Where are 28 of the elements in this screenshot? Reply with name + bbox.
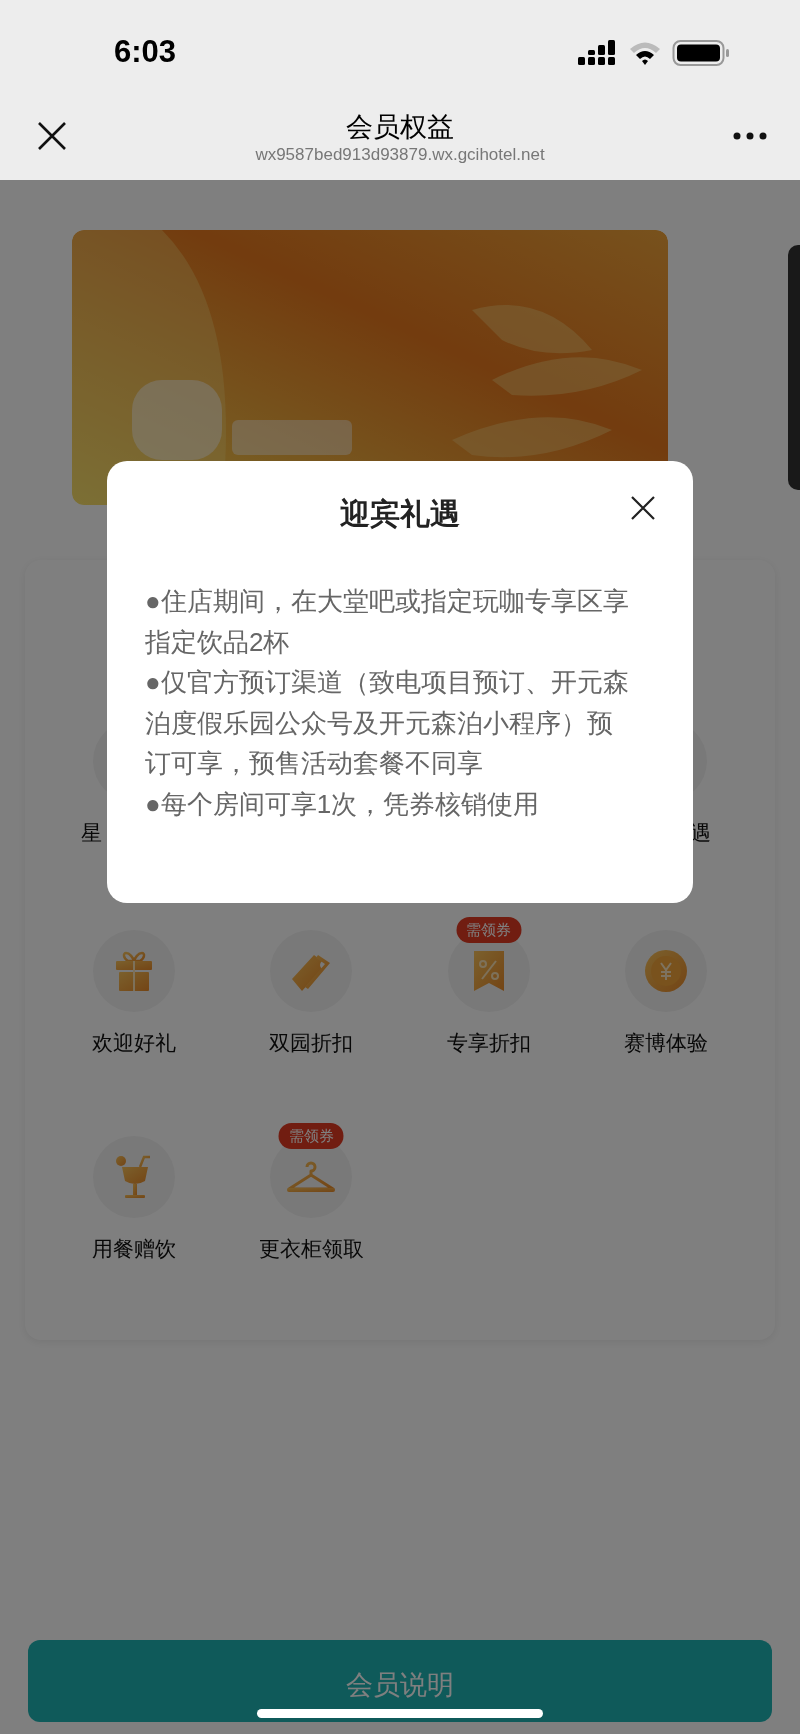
coupon-badge: 需领券	[456, 917, 522, 943]
discount-tag-icon	[471, 949, 506, 993]
more-icon	[733, 132, 767, 140]
benefit-label: 星	[81, 820, 102, 846]
benefit-label: 双园折扣	[269, 1030, 354, 1056]
benefit-label: 赛博体验	[624, 1030, 709, 1056]
benefit-label: 专享折扣	[446, 1030, 531, 1056]
close-icon	[37, 121, 67, 151]
battery-icon	[672, 38, 730, 67]
modal-close-button[interactable]	[629, 494, 657, 522]
close-icon	[631, 496, 655, 520]
member-info-button[interactable]: 会员说明	[28, 1640, 772, 1722]
page-title: 会员权益	[346, 110, 454, 144]
status-time: 6:03	[114, 33, 177, 72]
page-url: wx9587bed913d93879.wx.gcihotel.net	[255, 143, 545, 166]
signal-icon	[578, 38, 618, 67]
modal-title: 迎宾礼遇	[340, 495, 460, 532]
rule-text: ●住店期间，在大堂吧或指定玩咖专享区享指定饮品2杯	[145, 585, 630, 659]
benefit-label: 更衣柜领取	[258, 1236, 364, 1262]
gift-icon	[113, 949, 154, 993]
rule-text: ●仅官方预订渠道（致电项目预订、开元森泊度假乐园公众号及开元森泊小程序）预订可享，预售活动套餐不同享	[145, 666, 630, 780]
benefit-label: 用餐赠饮	[91, 1236, 176, 1262]
rule-text: ●每个房间可享1次，凭券核销使用	[145, 787, 541, 821]
close-button[interactable]	[36, 120, 68, 152]
benefit-label: 欢迎好礼	[91, 1030, 176, 1056]
coin-icon	[644, 949, 689, 993]
coupon-badge: 需领券	[278, 1123, 344, 1149]
hanger-icon	[285, 1159, 338, 1195]
